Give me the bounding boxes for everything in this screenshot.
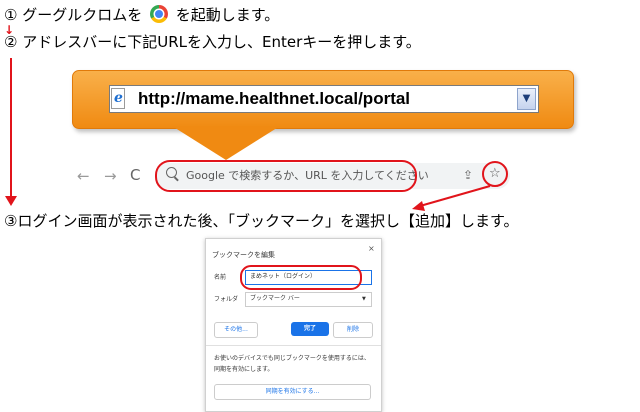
name-highlight-circle	[240, 265, 362, 290]
chevron-down-icon[interactable]: ▼	[362, 295, 366, 303]
enable-sync-button[interactable]: 同期を有効にする...	[214, 384, 371, 400]
name-label: 名前	[214, 274, 227, 281]
dialog-title: ブックマークを編集	[212, 251, 275, 259]
folder-label: フォルダ	[214, 296, 239, 303]
dialog-divider	[206, 345, 381, 346]
sync-message-line-2: 同期を有効にします。	[214, 366, 274, 373]
sync-message-line-1: お使いのデバイスでも同じブックマークを使用するには、	[214, 355, 370, 362]
close-icon[interactable]: ×	[368, 244, 375, 253]
folder-value[interactable]: ブックマーク バー	[250, 295, 300, 303]
other-button[interactable]: その他...	[214, 322, 258, 338]
step-3-instruction: ③ログイン画面が表示された後、「ブックマーク」を選択し【追加】します。	[4, 212, 519, 230]
done-button[interactable]: 完了	[291, 322, 329, 336]
delete-button[interactable]: 削除	[333, 322, 373, 338]
